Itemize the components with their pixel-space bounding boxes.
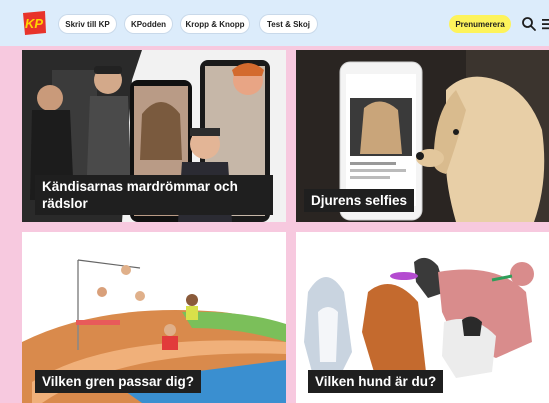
- card-title[interactable]: Kändisarnas mardrömmar och rädslor: [35, 175, 273, 215]
- article-card-vilken-hund[interactable]: Vilken hund är du?: [296, 232, 549, 403]
- card-title[interactable]: Vilken gren passar dig?: [35, 370, 202, 393]
- top-navigation-bar: KP Skriv till KP KPodden Kropp & Knopp T…: [0, 0, 549, 46]
- search-icon[interactable]: [521, 16, 537, 32]
- card-title[interactable]: Djurens selfies: [304, 189, 415, 212]
- nav-skriv-till-kp[interactable]: Skriv till KP: [59, 15, 116, 33]
- nav-kropp-och-knopp[interactable]: Kropp & Knopp: [181, 15, 249, 33]
- kp-logo[interactable]: KP: [20, 9, 48, 37]
- article-card-kandisar[interactable]: Kändisarnas mardrömmar och rädslor: [22, 50, 286, 222]
- nav-kpodden[interactable]: KPodden: [125, 15, 172, 33]
- article-card-vilken-gren[interactable]: Vilken gren passar dig?: [22, 232, 286, 403]
- svg-text:KP: KP: [25, 16, 43, 31]
- article-card-djurens-selfies[interactable]: Djurens selfies: [296, 50, 549, 222]
- card-title[interactable]: Vilken hund är du?: [308, 370, 444, 393]
- subscribe-button[interactable]: Prenumerera: [449, 15, 511, 33]
- menu-icon[interactable]: [542, 17, 549, 31]
- nav-test-och-skoj[interactable]: Test & Skoj: [260, 15, 317, 33]
